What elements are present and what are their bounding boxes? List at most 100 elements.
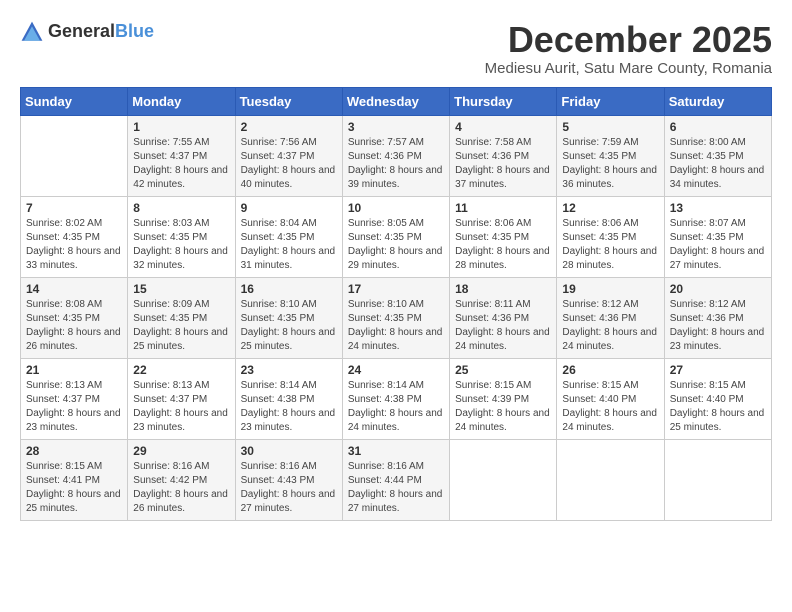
header-day-monday: Monday [128, 87, 235, 115]
calendar-cell: 7Sunrise: 8:02 AMSunset: 4:35 PMDaylight… [21, 196, 128, 277]
day-number: 20 [670, 282, 766, 296]
calendar-cell: 16 Sunrise: 8:10 AMSunset: 4:35 PMDayligh… [235, 277, 342, 358]
calendar-cell: 17Sunrise: 8:10 AMSunset: 4:35 PMDayligh… [342, 277, 449, 358]
calendar-cell: 4Sunrise: 7:58 AMSunset: 4:36 PMDaylight… [450, 115, 557, 196]
header-day-sunday: Sunday [21, 87, 128, 115]
calendar-cell: 15 Sunrise: 8:09 AMSunset: 4:35 PMDayligh… [128, 277, 235, 358]
cell-content: Sunrise: 8:14 AMSunset: 4:38 PMDaylight:… [348, 379, 444, 435]
calendar-week-row: 28Sunrise: 8:15 AMSunset: 4:41 PMDayligh… [21, 439, 772, 520]
cell-content: Sunrise: 8:04 AMSunset: 4:35 PMDaylight:… [241, 217, 337, 273]
cell-content: Sunrise: 8:06 AMSunset: 4:35 PMDaylight:… [562, 217, 658, 273]
calendar-cell: 31 Sunrise: 8:16 AMSunset: 4:44 PMDayligh… [342, 439, 449, 520]
month-title: December 2025 [485, 20, 772, 60]
cell-content: Sunrise: 8:05 AMSunset: 4:35 PMDaylight:… [348, 217, 444, 273]
calendar-cell: 3Sunrise: 7:57 AMSunset: 4:36 PMDaylight… [342, 115, 449, 196]
cell-content: Sunrise: 8:06 AMSunset: 4:35 PMDaylight:… [455, 217, 551, 273]
cell-content: Sunrise: 8:00 AMSunset: 4:35 PMDaylight:… [670, 136, 766, 192]
subtitle: Mediesu Aurit, Satu Mare County, Romania [485, 60, 772, 77]
day-number: 2 [241, 120, 337, 134]
calendar-cell: 21 Sunrise: 8:13 AMSunset: 4:37 PMDayligh… [21, 358, 128, 439]
cell-content: Sunrise: 8:14 AMSunset: 4:38 PMDaylight:… [241, 379, 337, 435]
calendar-cell: 27 Sunrise: 8:15 AMSunset: 4:40 PMDayligh… [664, 358, 771, 439]
cell-content: Sunrise: 8:16 AMSunset: 4:44 PMDaylight:… [348, 460, 444, 516]
calendar-cell: 22 Sunrise: 8:13 AMSunset: 4:37 PMDayligh… [128, 358, 235, 439]
day-number: 14 [26, 282, 122, 296]
calendar-week-row: 1Sunrise: 7:55 AMSunset: 4:37 PMDaylight… [21, 115, 772, 196]
logo-text: General Blue [48, 22, 154, 42]
day-number: 25 [455, 363, 551, 377]
logo-general: General [48, 22, 115, 42]
day-number: 26 [562, 363, 658, 377]
calendar-week-row: 7Sunrise: 8:02 AMSunset: 4:35 PMDaylight… [21, 196, 772, 277]
day-number: 18 [455, 282, 551, 296]
cell-content: Sunrise: 8:12 AMSunset: 4:36 PMDaylight:… [562, 298, 658, 354]
day-number: 10 [348, 201, 444, 215]
cell-content: Sunrise: 7:58 AMSunset: 4:36 PMDaylight:… [455, 136, 551, 192]
cell-content: Sunrise: 8:15 AMSunset: 4:40 PMDaylight:… [670, 379, 766, 435]
day-number: 16 [241, 282, 337, 296]
day-number: 28 [26, 444, 122, 458]
calendar-cell: 25Sunrise: 8:15 AMSunset: 4:39 PMDayligh… [450, 358, 557, 439]
day-number: 27 [670, 363, 766, 377]
day-number: 19 [562, 282, 658, 296]
header-day-friday: Friday [557, 87, 664, 115]
header-day-thursday: Thursday [450, 87, 557, 115]
day-number: 31 [348, 444, 444, 458]
calendar-cell: 20 Sunrise: 8:12 AMSunset: 4:36 PMDayligh… [664, 277, 771, 358]
day-number: 29 [133, 444, 229, 458]
calendar-cell: 5Sunrise: 7:59 AMSunset: 4:35 PMDaylight… [557, 115, 664, 196]
day-number: 15 [133, 282, 229, 296]
day-number: 23 [241, 363, 337, 377]
cell-content: Sunrise: 8:09 AMSunset: 4:35 PMDaylight:… [133, 298, 229, 354]
day-number: 17 [348, 282, 444, 296]
calendar-cell: 2 Sunrise: 7:56 AMSunset: 4:37 PMDaylight… [235, 115, 342, 196]
calendar-header-row: SundayMondayTuesdayWednesdayThursdayFrid… [21, 87, 772, 115]
day-number: 11 [455, 201, 551, 215]
day-number: 7 [26, 201, 122, 215]
calendar-cell [450, 439, 557, 520]
calendar-cell: 8Sunrise: 8:03 AMSunset: 4:35 PMDaylight… [128, 196, 235, 277]
calendar-cell: 9 Sunrise: 8:04 AMSunset: 4:35 PMDaylight… [235, 196, 342, 277]
day-number: 21 [26, 363, 122, 377]
day-number: 9 [241, 201, 337, 215]
calendar-week-row: 14Sunrise: 8:08 AMSunset: 4:35 PMDayligh… [21, 277, 772, 358]
cell-content: Sunrise: 8:10 AMSunset: 4:35 PMDaylight:… [241, 298, 337, 354]
cell-content: Sunrise: 8:16 AMSunset: 4:43 PMDaylight:… [241, 460, 337, 516]
day-number: 24 [348, 363, 444, 377]
calendar-cell: 30Sunrise: 8:16 AMSunset: 4:43 PMDayligh… [235, 439, 342, 520]
day-number: 1 [133, 120, 229, 134]
header-day-tuesday: Tuesday [235, 87, 342, 115]
calendar-cell: 10 Sunrise: 8:05 AMSunset: 4:35 PMDayligh… [342, 196, 449, 277]
cell-content: Sunrise: 7:57 AMSunset: 4:36 PMDaylight:… [348, 136, 444, 192]
day-number: 13 [670, 201, 766, 215]
day-number: 6 [670, 120, 766, 134]
calendar-cell [557, 439, 664, 520]
cell-content: Sunrise: 8:11 AMSunset: 4:36 PMDaylight:… [455, 298, 551, 354]
logo-blue: Blue [115, 22, 154, 42]
cell-content: Sunrise: 8:16 AMSunset: 4:42 PMDaylight:… [133, 460, 229, 516]
calendar-cell: 6 Sunrise: 8:00 AMSunset: 4:35 PMDaylight… [664, 115, 771, 196]
calendar-cell: 11 Sunrise: 8:06 AMSunset: 4:35 PMDayligh… [450, 196, 557, 277]
day-number: 12 [562, 201, 658, 215]
header-day-wednesday: Wednesday [342, 87, 449, 115]
calendar-cell [664, 439, 771, 520]
day-number: 22 [133, 363, 229, 377]
cell-content: Sunrise: 8:13 AMSunset: 4:37 PMDaylight:… [26, 379, 122, 435]
cell-content: Sunrise: 8:12 AMSunset: 4:36 PMDaylight:… [670, 298, 766, 354]
calendar-cell: 24 Sunrise: 8:14 AMSunset: 4:38 PMDayligh… [342, 358, 449, 439]
calendar-cell: 1Sunrise: 7:55 AMSunset: 4:37 PMDaylight… [128, 115, 235, 196]
logo: General Blue [20, 20, 154, 44]
calendar-cell: 19 Sunrise: 8:12 AMSunset: 4:36 PMDayligh… [557, 277, 664, 358]
calendar-table: SundayMondayTuesdayWednesdayThursdayFrid… [20, 87, 772, 521]
cell-content: Sunrise: 8:03 AMSunset: 4:35 PMDaylight:… [133, 217, 229, 273]
header: General Blue December 2025 Mediesu Aurit… [20, 20, 772, 77]
cell-content: Sunrise: 7:56 AMSunset: 4:37 PMDaylight:… [241, 136, 337, 192]
title-block: December 2025 Mediesu Aurit, Satu Mare C… [485, 20, 772, 77]
calendar-cell [21, 115, 128, 196]
calendar-cell: 28Sunrise: 8:15 AMSunset: 4:41 PMDayligh… [21, 439, 128, 520]
cell-content: Sunrise: 8:07 AMSunset: 4:35 PMDaylight:… [670, 217, 766, 273]
cell-content: Sunrise: 7:59 AMSunset: 4:35 PMDaylight:… [562, 136, 658, 192]
cell-content: Sunrise: 8:13 AMSunset: 4:37 PMDaylight:… [133, 379, 229, 435]
calendar-cell: 14Sunrise: 8:08 AMSunset: 4:35 PMDayligh… [21, 277, 128, 358]
calendar-cell: 18 Sunrise: 8:11 AMSunset: 4:36 PMDayligh… [450, 277, 557, 358]
